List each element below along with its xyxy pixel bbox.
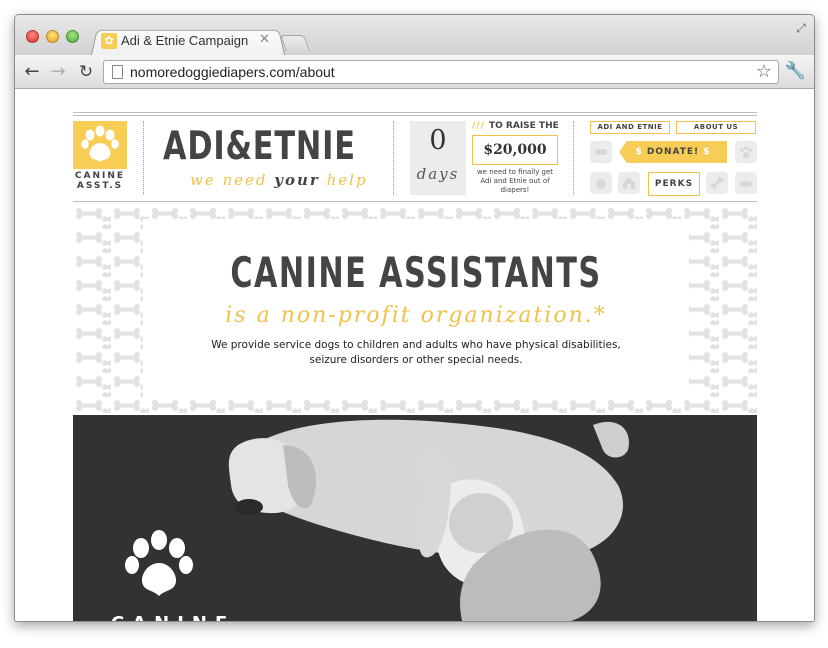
new-tab-button[interactable] bbox=[280, 35, 310, 51]
header-divider bbox=[143, 121, 144, 195]
hero-description-line-1: We provide service dogs to children and … bbox=[211, 339, 621, 351]
forward-arrow-icon[interactable]: → bbox=[47, 61, 69, 83]
raise-amount: $20,000 bbox=[472, 135, 558, 165]
wrench-menu-icon[interactable]: 🔧 bbox=[785, 61, 806, 81]
dog-house-icon[interactable] bbox=[618, 172, 640, 194]
nav-about-us[interactable]: ABOUT US bbox=[676, 121, 756, 134]
tagline-your: your bbox=[274, 171, 320, 189]
hero-subtitle: is a non-profit organization.* bbox=[225, 303, 607, 328]
canine-assistants-logo[interactable] bbox=[73, 121, 127, 169]
window-close-button[interactable] bbox=[26, 30, 39, 43]
logo-line-1: CANINE bbox=[74, 171, 126, 181]
tagline-we-need: we need bbox=[190, 171, 268, 189]
logo-text: CANINE ASST.S bbox=[73, 171, 127, 191]
days-count: 0 bbox=[429, 125, 447, 156]
page-icon bbox=[112, 65, 123, 79]
collar-icon[interactable] bbox=[590, 141, 612, 163]
dog-and-child-photo bbox=[73, 415, 757, 621]
paw-favicon-icon: ✿ bbox=[101, 33, 117, 49]
window-maximize-button[interactable] bbox=[66, 30, 79, 43]
paw-logo-icon bbox=[81, 125, 119, 162]
header-divider bbox=[573, 121, 574, 195]
page-content: CANINE ASST.S ADI&ETNIE we need your hel… bbox=[15, 90, 814, 621]
site-header: CANINE ASST.S ADI&ETNIE we need your hel… bbox=[73, 112, 757, 202]
brand-title: ADI&ETNIE bbox=[163, 124, 356, 169]
address-bar[interactable]: nomoredoggiediapers.com/about ☆ bbox=[103, 60, 779, 84]
tab-close-icon[interactable]: ✕ bbox=[259, 32, 270, 47]
logo-line-2: ASST.S bbox=[76, 181, 124, 191]
bowl-icon[interactable] bbox=[735, 172, 757, 194]
paw-icon[interactable] bbox=[735, 141, 757, 163]
site-nav: ADI AND ETNIE ABOUT US $ DONATE! $ PERKS bbox=[590, 121, 757, 199]
back-arrow-icon[interactable]: ← bbox=[21, 61, 43, 83]
raise-label: /// TO RAISE THE bbox=[472, 121, 559, 131]
raise-note: we need to finally get Adi and Etnie out… bbox=[476, 168, 554, 194]
hero-photo: CANINE bbox=[73, 415, 757, 621]
days-counter: 0 days bbox=[410, 121, 466, 195]
nav-adi-and-etnie[interactable]: ADI AND ETNIE bbox=[590, 121, 670, 134]
brand-tagline: we need your help bbox=[190, 171, 368, 189]
window-minimize-button[interactable] bbox=[46, 30, 59, 43]
perks-button[interactable]: PERKS bbox=[648, 172, 700, 196]
browser-tab-content[interactable]: ✿ Adi & Etnie Campaign ✕ bbox=[101, 31, 277, 53]
donate-label: DONATE! bbox=[646, 147, 700, 157]
raise-label-text: TO RAISE THE bbox=[489, 121, 559, 131]
url-text[interactable]: nomoredoggiediapers.com/about bbox=[130, 64, 335, 80]
tagline-help: help bbox=[326, 171, 368, 189]
header-divider bbox=[393, 121, 394, 195]
fundraising-goal: /// TO RAISE THE $20,000 we need to fina… bbox=[472, 121, 559, 195]
tab-title: Adi & Etnie Campaign bbox=[121, 33, 249, 48]
reload-icon[interactable]: ↻ bbox=[75, 61, 97, 83]
hero-section: CANINE ASSISTANTS is a non-profit organi… bbox=[73, 205, 757, 413]
hero-description-line-2: seizure disorders or other special needs… bbox=[309, 354, 523, 366]
hero-description: We provide service dogs to children and … bbox=[143, 338, 689, 368]
dog-face-icon[interactable] bbox=[590, 172, 612, 194]
bookmark-star-icon[interactable]: ☆ bbox=[756, 61, 772, 82]
hero-title: CANINE ASSISTANTS bbox=[230, 248, 602, 297]
bone-icon[interactable] bbox=[706, 172, 728, 194]
browser-toolbar: ← → ↻ nomoredoggiediapers.com/about ☆ 🔧 bbox=[15, 55, 814, 89]
photo-caption: CANINE bbox=[111, 613, 235, 621]
hero-panel: CANINE ASSISTANTS is a non-profit organi… bbox=[143, 219, 689, 399]
tab-strip: ✿ Adi & Etnie Campaign ✕ ⤢ bbox=[15, 15, 814, 55]
fullscreen-icon[interactable]: ⤢ bbox=[794, 21, 808, 35]
brand-block: ADI&ETNIE we need your help bbox=[163, 124, 373, 190]
donate-button[interactable]: $ DONATE! $ bbox=[619, 141, 727, 163]
browser-window: ✿ Adi & Etnie Campaign ✕ ⤢ ← → ↻ nomored… bbox=[14, 14, 815, 622]
days-label: days bbox=[416, 165, 460, 183]
